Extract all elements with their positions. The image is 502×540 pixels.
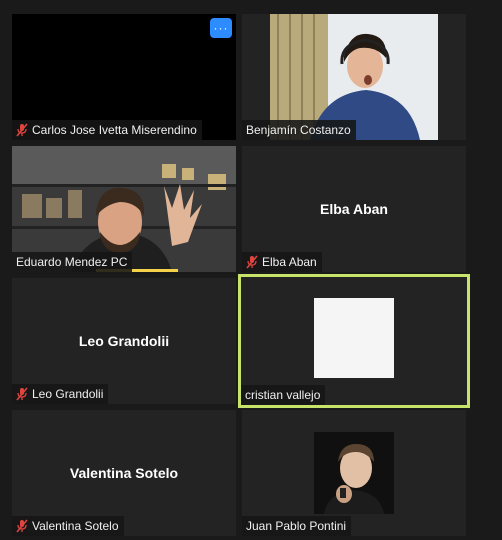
participant-tile-elba[interactable]: Elba Aban Elba Aban bbox=[242, 146, 466, 272]
participant-tile-eduardo[interactable]: Eduardo Mendez PC bbox=[12, 146, 236, 272]
participant-name-tag: Leo Grandolii bbox=[12, 384, 109, 404]
participant-name-tag: Benjamín Costanzo bbox=[242, 120, 356, 140]
participant-name: Benjamín Costanzo bbox=[246, 123, 351, 137]
participant-name-tag: Elba Aban bbox=[242, 252, 322, 272]
mic-muted-icon bbox=[16, 123, 28, 137]
participant-name: Elba Aban bbox=[262, 255, 317, 269]
mic-muted-icon bbox=[246, 255, 258, 269]
participant-name-tag: Juan Pablo Pontini bbox=[242, 516, 352, 536]
participant-name-tag: cristian vallejo bbox=[241, 385, 326, 405]
participant-tile-carlos[interactable]: ··· Carlos Jose Ivetta Miserendino bbox=[12, 14, 236, 140]
participant-name: Juan Pablo Pontini bbox=[246, 519, 347, 533]
video-gallery-grid: ··· Carlos Jose Ivetta Miserendino Benja… bbox=[0, 0, 502, 540]
participant-tile-juan-pablo[interactable]: Juan Pablo Pontini bbox=[242, 410, 466, 536]
participant-name: Valentina Sotelo bbox=[32, 519, 119, 533]
participant-name-tag: Carlos Jose Ivetta Miserendino bbox=[12, 120, 202, 140]
participant-display-name: Valentina Sotelo bbox=[69, 465, 179, 481]
participant-name-tag: Eduardo Mendez PC bbox=[12, 252, 133, 272]
mic-muted-icon bbox=[16, 519, 28, 533]
participant-name: cristian vallejo bbox=[245, 388, 321, 402]
participant-name: Eduardo Mendez PC bbox=[16, 255, 128, 269]
more-options-button[interactable]: ··· bbox=[210, 18, 232, 38]
participant-tile-benjamin[interactable]: Benjamín Costanzo bbox=[242, 14, 466, 140]
participant-tile-cristian[interactable]: cristian vallejo bbox=[238, 274, 470, 408]
participant-video bbox=[314, 298, 394, 378]
participant-name-tag: Valentina Sotelo bbox=[12, 516, 124, 536]
participant-video bbox=[314, 432, 394, 514]
participant-name: Leo Grandolii bbox=[32, 387, 104, 401]
participant-display-name: Leo Grandolii bbox=[78, 333, 170, 349]
participant-tile-leo[interactable]: Leo Grandolii Leo Grandolii bbox=[12, 278, 236, 404]
participant-name: Carlos Jose Ivetta Miserendino bbox=[32, 123, 197, 137]
mic-muted-icon bbox=[16, 387, 28, 401]
participant-display-name: Elba Aban bbox=[320, 201, 388, 217]
participant-tile-valentina[interactable]: Valentina Sotelo Valentina Sotelo bbox=[12, 410, 236, 536]
